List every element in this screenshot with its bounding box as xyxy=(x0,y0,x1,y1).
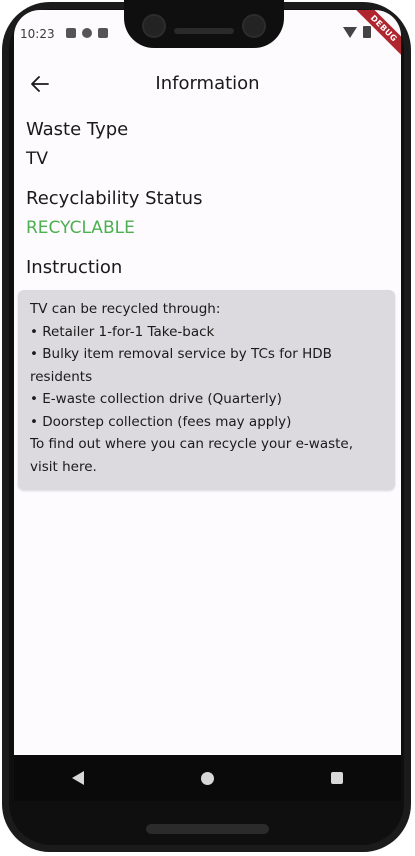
recyclability-section: Recyclability Status RECYCLABLE xyxy=(26,187,389,239)
waste-type-value: TV xyxy=(26,149,49,169)
recyclability-label: Recyclability Status xyxy=(26,188,203,209)
status-time: 10:23 xyxy=(20,27,55,41)
nav-back-icon[interactable] xyxy=(72,771,85,785)
nav-recents-icon[interactable] xyxy=(330,772,343,784)
instruction-label: Instruction xyxy=(26,257,123,278)
camera-notch xyxy=(124,0,284,48)
waste-type-label: Waste Type xyxy=(26,119,129,140)
battery-icon xyxy=(363,26,371,38)
info-content: Waste Type TV Recyclability Status RECYC… xyxy=(18,118,395,490)
sd-card-icon xyxy=(98,28,108,38)
nav-home-icon[interactable] xyxy=(200,771,214,785)
instruction-line: • Doorstep collection (fees may apply) xyxy=(30,413,292,430)
instruction-line: • Bulky item removal service by TCs for … xyxy=(30,346,332,385)
page-title: Information xyxy=(155,73,260,94)
wifi-icon xyxy=(343,26,357,38)
instruction-line: • Retailer 1-for-1 Take-back xyxy=(30,323,215,340)
front-sensor-icon xyxy=(242,14,266,38)
app-screen: 10:23 DEBUG Information Waste Type TV Re… xyxy=(14,10,401,755)
status-system-icons xyxy=(343,26,371,38)
bottom-speaker xyxy=(146,824,269,834)
instruction-link-text[interactable]: To find out where you can recycle your e… xyxy=(30,433,383,478)
waste-type-section: Waste Type TV xyxy=(26,118,389,170)
debug-banner: DEBUG xyxy=(346,10,401,67)
instruction-line: • E-waste collection drive (Quarterly) xyxy=(30,391,282,407)
front-camera-icon xyxy=(142,14,166,38)
earpiece-speaker xyxy=(174,28,234,34)
notification-a-icon xyxy=(66,28,76,38)
instruction-line: TV can be recycled through: xyxy=(30,301,221,317)
notification-g-icon xyxy=(82,28,92,38)
status-notification-icons xyxy=(66,28,108,38)
instruction-section: Instruction TV can be recycled through: … xyxy=(18,256,395,490)
system-nav-bar xyxy=(14,755,401,801)
recyclability-status: RECYCLABLE xyxy=(26,218,135,238)
app-bar: Information xyxy=(14,62,401,106)
instruction-card: TV can be recycled through: • Retailer 1… xyxy=(18,290,395,490)
